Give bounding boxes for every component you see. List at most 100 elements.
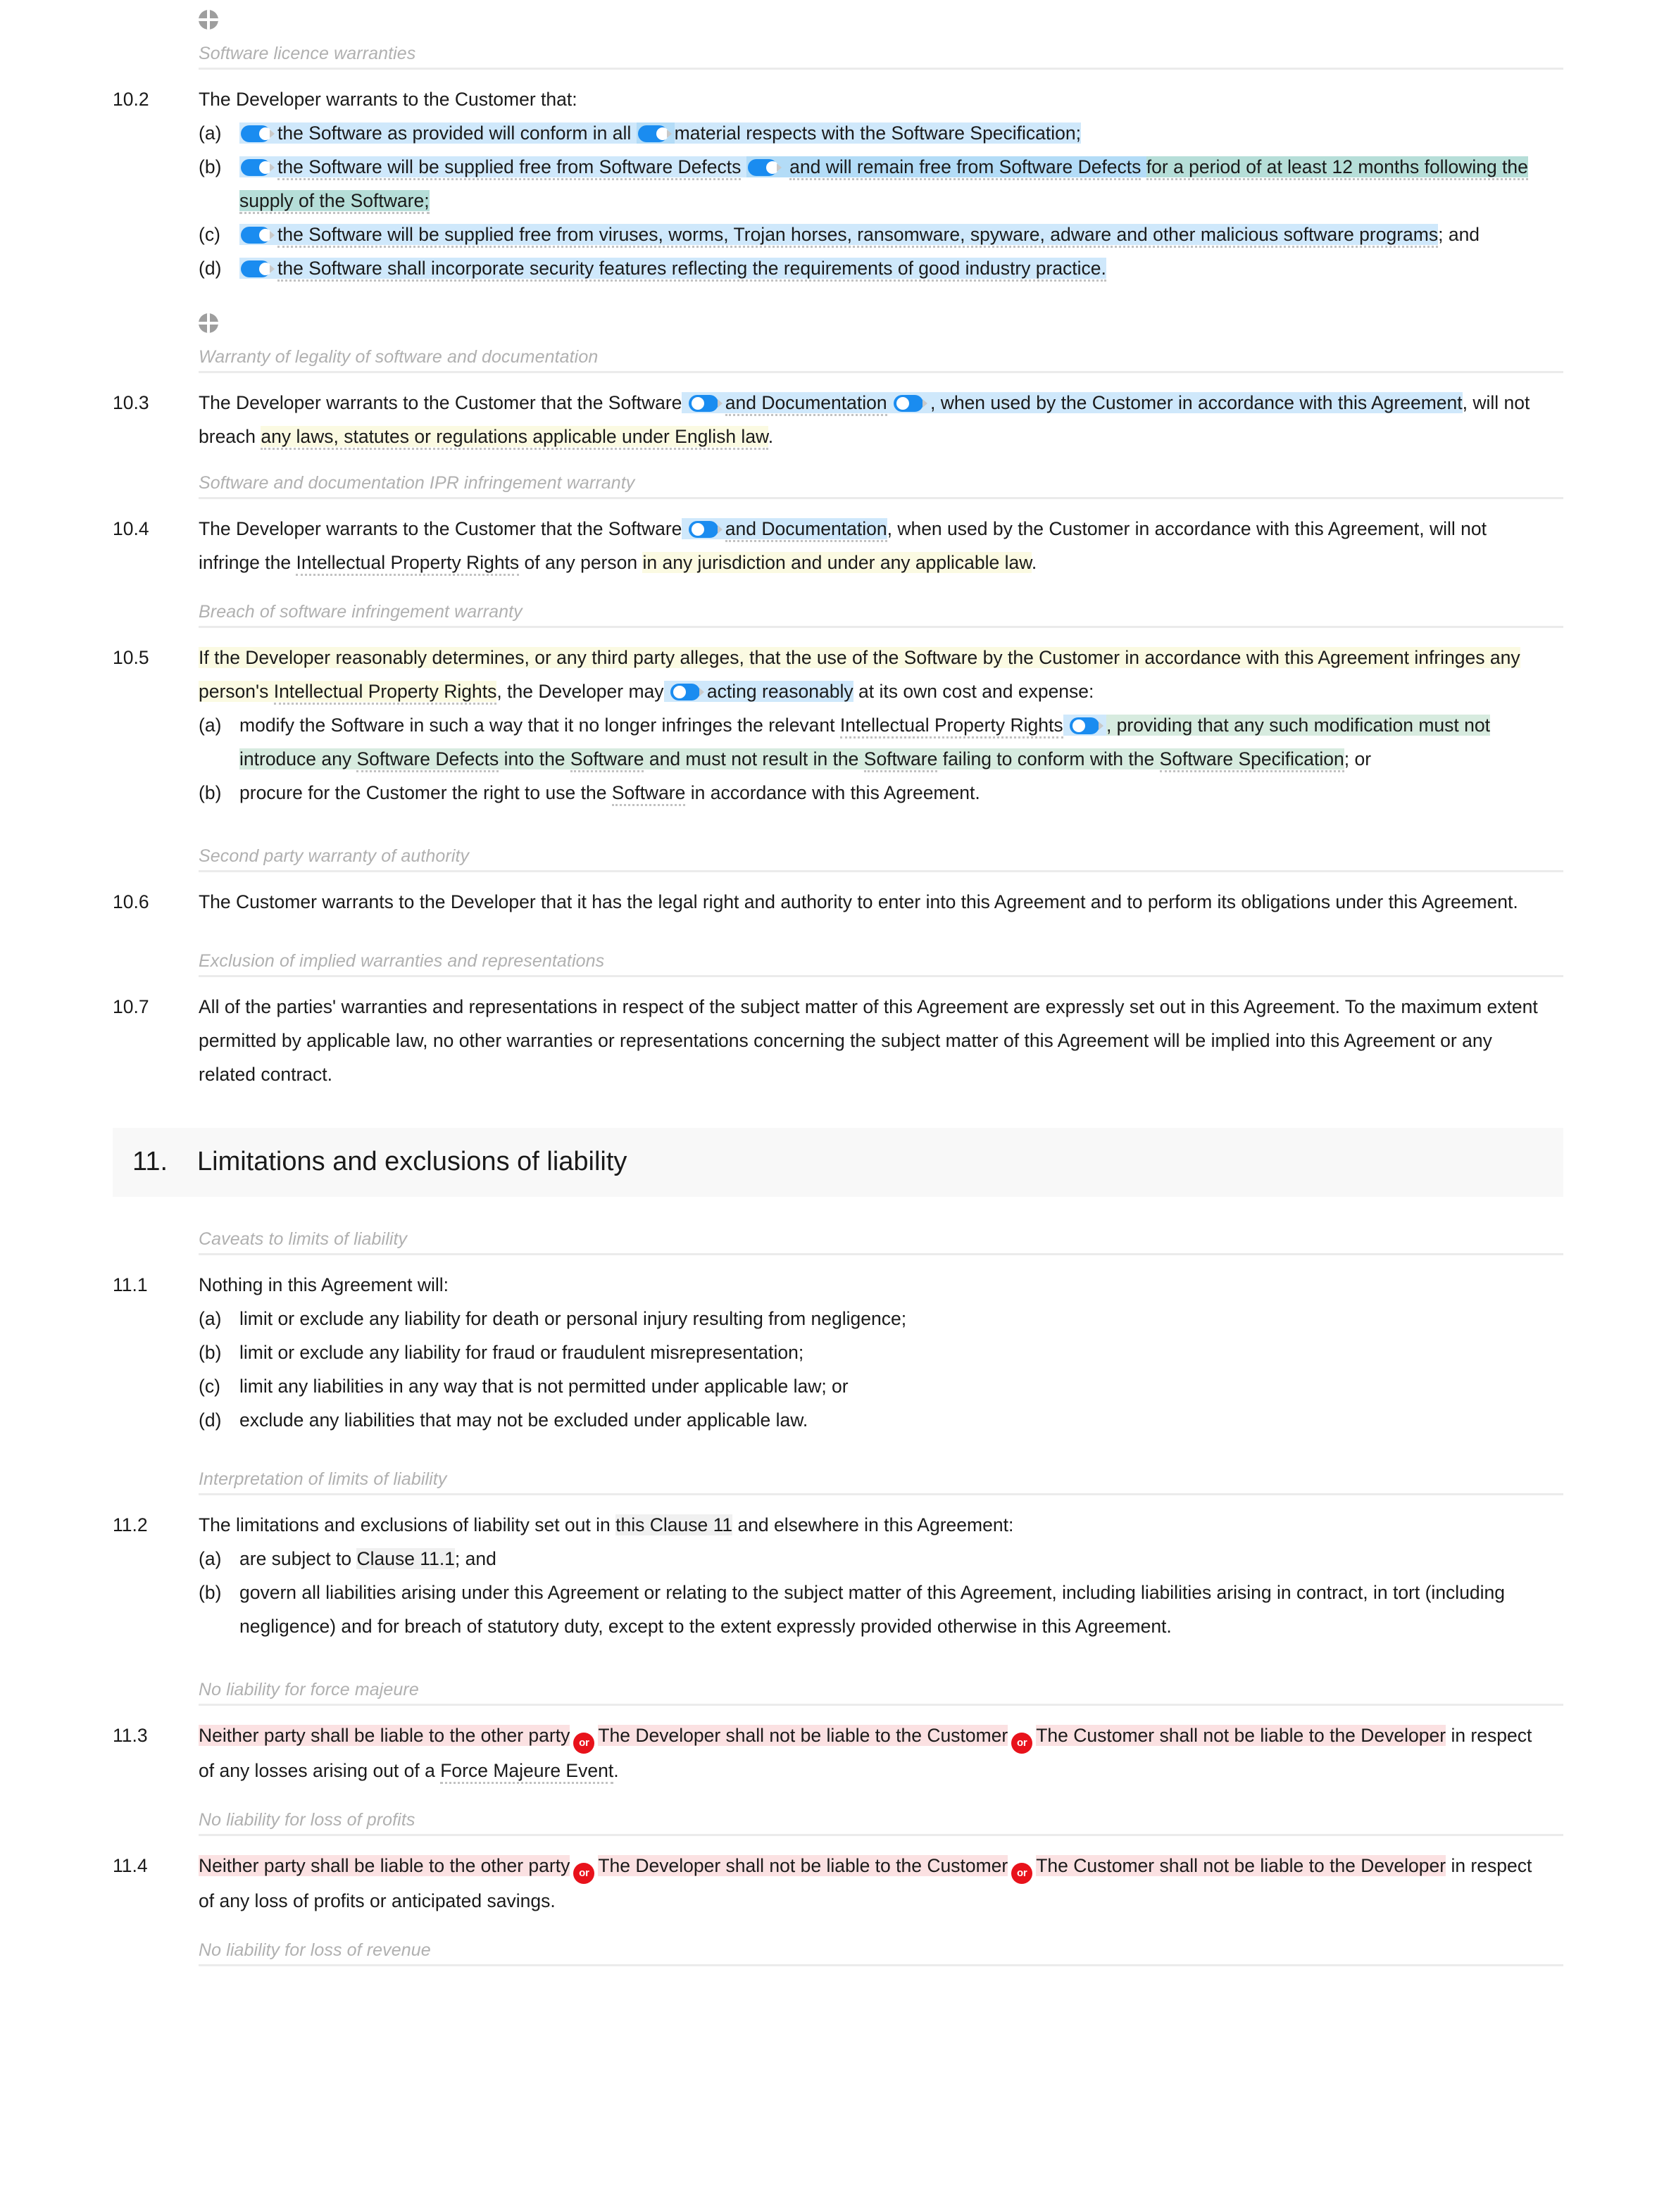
list-label: (c): [199, 1376, 220, 1397]
section-11-banner: 11. Limitations and exclusions of liabil…: [113, 1128, 1563, 1197]
cross-reference-link[interactable]: this Clause 11: [615, 1514, 733, 1535]
clause-10-5-text-3: , the Developer may: [496, 681, 664, 702]
divider-rule: [199, 1964, 1563, 1966]
highlight-segment-cream: any laws, statutes or regulations applic…: [261, 426, 768, 450]
list-label: (d): [199, 258, 222, 279]
clause-10-7: 10.7 All of the parties' warranties and …: [0, 990, 1676, 1091]
list-item-10-2-c: (c) the Software will be supplied free f…: [199, 218, 1551, 251]
list-text: limit or exclude any liability for fraud…: [239, 1342, 804, 1363]
quadrant-circle-icon[interactable]: [199, 313, 218, 333]
toggle-switch-on-icon[interactable]: [241, 125, 275, 142]
list-text: limit or exclude any liability for death…: [239, 1308, 907, 1329]
or-alternative-badge[interactable]: or: [1011, 1863, 1033, 1884]
clause-10-5-a-text-2: Intellectual Property Rights: [839, 715, 1063, 739]
clause-number: 10.4: [113, 518, 149, 539]
subheading-ipr-infringement: Software and documentation IPR infringem…: [199, 473, 635, 493]
subheading-block-exclusion-implied: Exclusion of implied warranties and repr…: [0, 947, 1676, 975]
subheading-force-majeure: No liability for force majeure: [199, 1680, 419, 1699]
subheading-second-party-warranty: Second party warranty of authority: [199, 846, 470, 866]
clause-10-5-a-text-8: Software: [863, 748, 938, 772]
highlight-segment: material respects with the Software Spec…: [674, 122, 1082, 144]
or-alternative-badge[interactable]: or: [1011, 1733, 1033, 1754]
list-text: modify the Software in such a way that i…: [239, 708, 1551, 776]
clause-number: 10.7: [113, 996, 149, 1017]
clause-11-3-tail-3: .: [613, 1760, 619, 1781]
subheading-block-software-licence-warranties: Software licence warranties: [0, 39, 1676, 68]
clause-10-5-text-4: acting reasonably: [706, 681, 853, 702]
quadrant-icon-row-2: [0, 303, 1676, 343]
clause-number: 10.6: [113, 891, 149, 912]
quadrant-icon-row-1: [0, 0, 1676, 39]
list-label: (d): [199, 1409, 222, 1431]
document-page: Software licence warranties 10.2 The Dev…: [0, 0, 1676, 1966]
list-text: the Software will be supplied free from …: [239, 150, 1551, 218]
list-label: (a): [199, 1308, 222, 1329]
clause-11-1-lead: Nothing in this Agreement will:: [199, 1274, 449, 1295]
clause-11-1: 11.1 Nothing in this Agreement will: (a)…: [0, 1268, 1676, 1437]
alternative-option-1[interactable]: Neither party shall be liable to the oth…: [199, 1855, 570, 1876]
toggle-switch-on-icon[interactable]: [241, 260, 275, 277]
highlight-segment: the Software as provided will conform in…: [239, 122, 637, 144]
clause-10-2-d-text-1: the Software shall incorporate security …: [277, 258, 1106, 282]
subheading-block-breach-of-software: Breach of software infringement warranty: [0, 598, 1676, 626]
subheading-block-loss-of-profits: No liability for loss of profits: [0, 1806, 1676, 1834]
clause-10-2: 10.2 The Developer warrants to the Custo…: [0, 82, 1676, 285]
highlight-segment: and Documentation , when used by the Cus…: [682, 392, 1463, 416]
clause-11-2-a-text-1: are subject to: [239, 1548, 357, 1569]
subheading-block-second-party-warranty: Second party warranty of authority: [0, 842, 1676, 870]
subheading-block-caveats-limits: Caveats to limits of liability: [0, 1225, 1676, 1253]
clause-10-4-text-6: in any jurisdiction and under any applic…: [642, 552, 1032, 573]
clause-body: The Developer warrants to the Customer t…: [199, 512, 1551, 579]
alternative-option-2[interactable]: The Developer shall not be liable to the…: [598, 1725, 1008, 1746]
toggle-switch-off-icon[interactable]: [893, 395, 927, 412]
list-item-11-1-c: (c) limit any liabilities in any way tha…: [199, 1369, 1551, 1403]
or-alternative-badge[interactable]: or: [573, 1733, 595, 1754]
clause-number: 10.3: [113, 392, 149, 413]
toggle-switch-on-icon[interactable]: [241, 227, 275, 244]
clause-11-2-text-3: and elsewhere in this Agreement:: [732, 1514, 1014, 1535]
clause-10-4-text-7: .: [1031, 552, 1037, 573]
clause-10-5-a-text-11: ; or: [1344, 748, 1372, 769]
clause-body: The Developer warrants to the Customer t…: [199, 82, 1551, 285]
clause-10-3-text-5: any laws, statutes or regulations applic…: [261, 426, 768, 450]
clause-10-2-b-text-1: the Software will be supplied free from …: [277, 156, 742, 180]
quadrant-circle-icon[interactable]: [199, 10, 218, 30]
clause-10-5-a-text-4: Software Defects: [356, 748, 499, 772]
subheading-software-licence-warranties: Software licence warranties: [199, 44, 416, 63]
clause-11-4: 11.4 Neither party shall be liable to th…: [0, 1849, 1676, 1918]
clause-10-5-b-text-1: procure for the Customer the right to us…: [239, 782, 612, 803]
toggle-switch-off-icon[interactable]: [688, 395, 723, 412]
highlight-segment: [1063, 715, 1106, 736]
alternative-option-2[interactable]: The Developer shall not be liable to the…: [598, 1855, 1008, 1876]
list-item-11-1-a: (a) limit or exclude any liability for d…: [199, 1302, 1551, 1336]
clause-body: The limitations and exclusions of liabil…: [199, 1508, 1551, 1643]
clause-10-6: 10.6 The Customer warrants to the Develo…: [0, 885, 1676, 919]
toggle-switch-off-icon[interactable]: [688, 521, 723, 538]
clause-body: All of the parties' warranties and repre…: [199, 996, 1538, 1085]
list-text: exclude any liabilities that may not be …: [239, 1409, 808, 1431]
list-item-10-2-b: (b) the Software will be supplied free f…: [199, 150, 1551, 218]
clause-number: 11.4: [113, 1855, 148, 1876]
toggle-switch-on-icon[interactable]: [241, 159, 275, 176]
clause-body: Neither party shall be liable to the oth…: [199, 1718, 1551, 1787]
alternative-option-3[interactable]: The Customer shall not be liable to the …: [1036, 1725, 1446, 1746]
or-alternative-badge[interactable]: or: [573, 1863, 595, 1884]
clause-number: 11.1: [113, 1274, 148, 1295]
highlight-segment: acting reasonably: [663, 681, 853, 702]
alternative-option-1[interactable]: Neither party shall be liable to the oth…: [199, 1725, 570, 1746]
list-label: (c): [199, 224, 220, 245]
clause-10-5-a-text-7: and must not result in the: [644, 748, 864, 769]
clause-body: Neither party shall be liable to the oth…: [199, 1849, 1551, 1918]
cross-reference-link[interactable]: Clause 11.1: [356, 1548, 455, 1569]
toggle-switch-on-icon[interactable]: [637, 125, 672, 142]
alternative-option-3[interactable]: The Customer shall not be liable to the …: [1036, 1855, 1446, 1876]
list-label: (a): [199, 122, 222, 144]
toggle-switch-on-icon[interactable]: [747, 159, 782, 176]
clause-10-4-text-5: of any person: [519, 552, 643, 573]
subheading-loss-of-revenue: No liability for loss of revenue: [199, 1940, 431, 1960]
clause-10-2-b-text-2: and will remain free from Software Defec…: [789, 156, 1142, 180]
toggle-switch-off-icon[interactable]: [1069, 717, 1103, 734]
clause-10-5-b-text-2: Software: [611, 782, 686, 806]
list-label: (a): [199, 1548, 222, 1569]
toggle-switch-off-icon[interactable]: [670, 684, 704, 700]
